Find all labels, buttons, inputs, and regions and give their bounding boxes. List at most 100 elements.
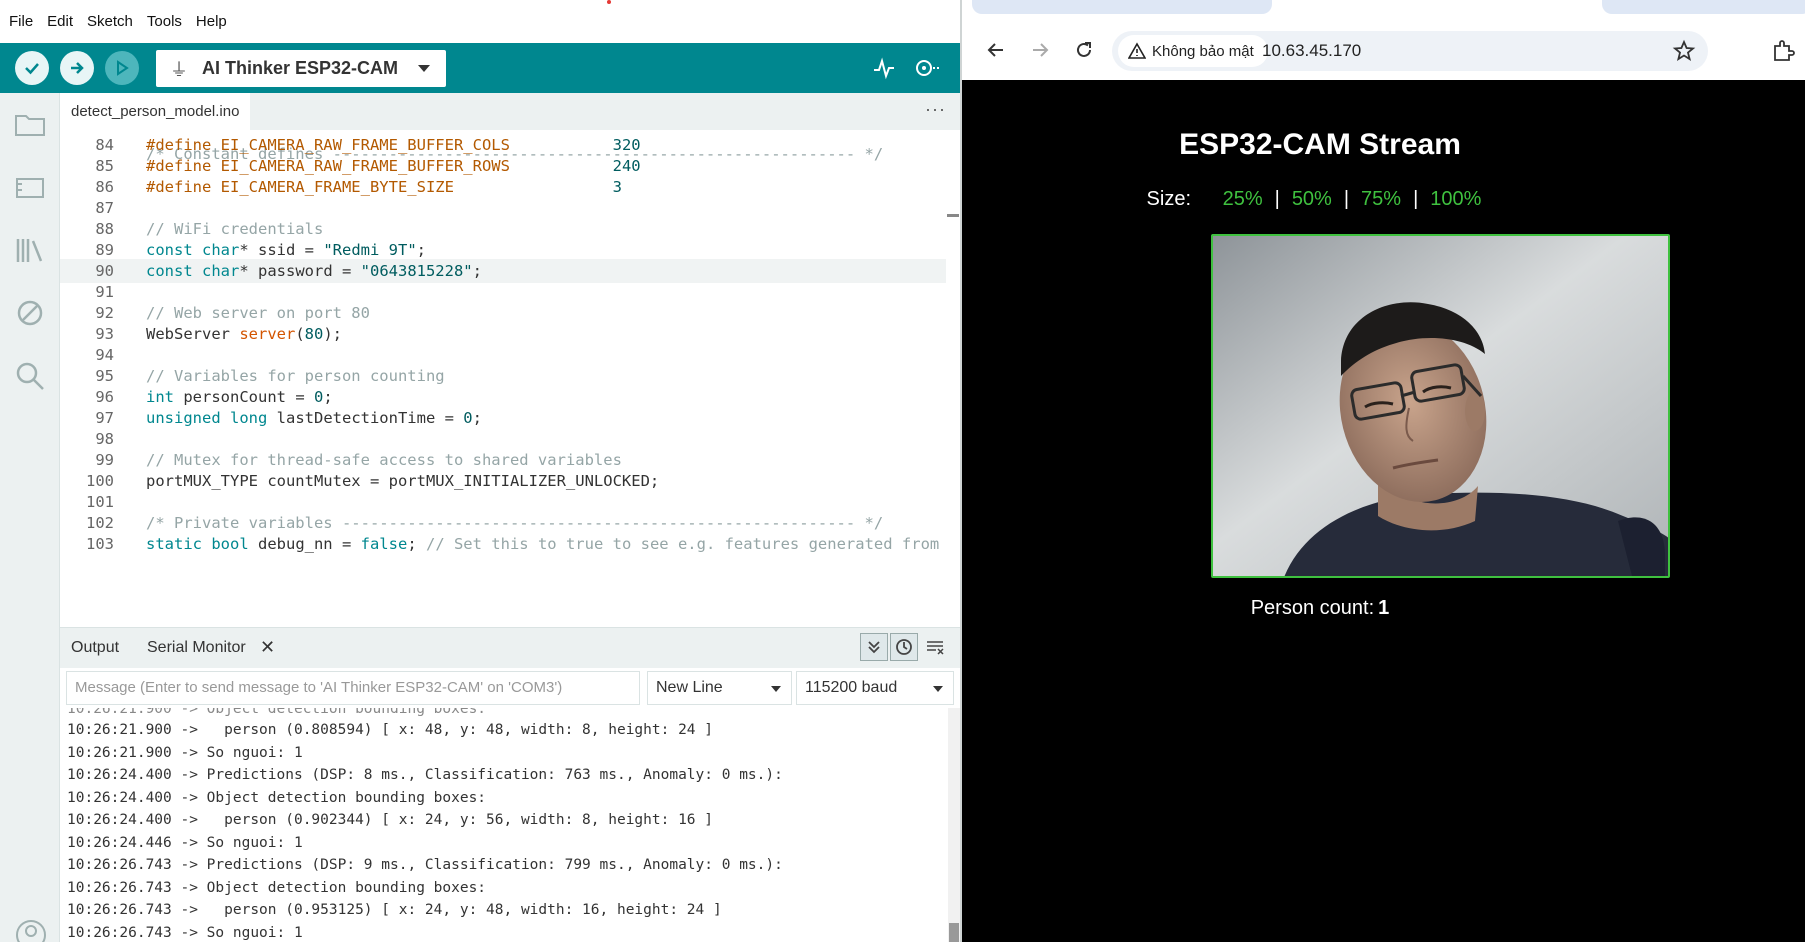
indicator-dot bbox=[607, 0, 611, 4]
menu-bar: File Edit Sketch Tools Help bbox=[0, 0, 960, 43]
size-50-link[interactable]: 50% bbox=[1292, 188, 1332, 210]
bookmark-star-icon[interactable] bbox=[1672, 39, 1696, 63]
code-token: // Mutex for thread-safe access to share… bbox=[146, 451, 622, 469]
person-count-label: Person count: bbox=[1250, 597, 1375, 619]
chevron-down-icon bbox=[771, 686, 781, 692]
baud-rate-select[interactable]: 115200 baud bbox=[796, 671, 954, 705]
boards-manager-button[interactable] bbox=[13, 170, 47, 204]
menu-file[interactable]: File bbox=[9, 13, 33, 30]
extensions-icon[interactable] bbox=[1770, 38, 1796, 64]
serial-plotter-button[interactable] bbox=[872, 56, 896, 85]
page-title: ESP32-CAM Stream bbox=[1179, 128, 1461, 161]
log-line: 10:26:21.900 -> person (0.808594) [ x: 4… bbox=[67, 722, 714, 738]
separator: | bbox=[1274, 188, 1280, 210]
browser-tab[interactable] bbox=[1602, 0, 1805, 14]
camera-frame bbox=[1213, 236, 1668, 576]
code-token: debug_nn = bbox=[248, 535, 361, 553]
menu-tools[interactable]: Tools bbox=[147, 13, 182, 30]
more-options-icon[interactable]: ··· bbox=[925, 99, 946, 120]
usb-icon: ⏚ bbox=[170, 59, 188, 80]
board-icon bbox=[16, 178, 44, 198]
size-100-link[interactable]: 100% bbox=[1430, 188, 1481, 210]
browser-toolbar: Không bảo mật 10.63.45.170 bbox=[962, 0, 1805, 80]
menu-help[interactable]: Help bbox=[196, 13, 227, 30]
code-token: "Redmi 9T" bbox=[323, 241, 417, 259]
checkmark-icon bbox=[25, 63, 39, 75]
clear-list-icon bbox=[927, 641, 944, 655]
tab-output[interactable]: Output bbox=[71, 639, 119, 657]
code-token: personCount = bbox=[174, 388, 314, 406]
editor-scroll-thumb[interactable] bbox=[947, 214, 959, 217]
code-token: 0 bbox=[463, 409, 473, 427]
address-bar[interactable]: Không bảo mật 10.63.45.170 bbox=[1112, 31, 1708, 71]
code-token: #define EI_CAMERA_RAW_FRAME_BUFFER_ROWS bbox=[146, 157, 510, 175]
security-chip[interactable]: Không bảo mật bbox=[1118, 35, 1268, 67]
arrow-left-icon bbox=[987, 43, 1003, 57]
library-manager-button[interactable] bbox=[13, 233, 47, 267]
code-token: WebServer bbox=[146, 325, 240, 343]
size-25-link[interactable]: 25% bbox=[1223, 188, 1263, 210]
code-token: ; bbox=[323, 388, 333, 406]
autoscroll-toggle[interactable] bbox=[860, 633, 888, 661]
code-token: server bbox=[239, 325, 296, 343]
separator: | bbox=[1413, 188, 1419, 210]
code-token: #define EI_CAMERA_RAW_FRAME_BUFFER_COLS bbox=[146, 136, 510, 154]
tab-detect-person-model[interactable]: detect_person_model.ino bbox=[60, 93, 251, 130]
size-75-link[interactable]: 75% bbox=[1361, 188, 1401, 210]
forward-button[interactable] bbox=[1026, 36, 1054, 64]
account-icon[interactable] bbox=[14, 918, 48, 942]
code-token: const char bbox=[146, 262, 240, 280]
url-text: 10.63.45.170 bbox=[1262, 41, 1362, 60]
serial-monitor-button[interactable] bbox=[912, 56, 942, 85]
clear-output-button[interactable] bbox=[926, 639, 944, 660]
code-token: const char bbox=[146, 241, 240, 259]
menu-sketch[interactable]: Sketch bbox=[87, 13, 133, 30]
browser-tab[interactable] bbox=[972, 0, 1272, 14]
log-line: 10:26:26.743 -> So nguoi: 1 bbox=[67, 924, 303, 941]
code-token: portMUX_TYPE countMutex = portMUX_INITIA… bbox=[146, 472, 660, 490]
close-icon[interactable]: ✕ bbox=[260, 637, 275, 658]
chevron-double-down-icon bbox=[868, 641, 880, 654]
arrow-right-icon bbox=[1033, 43, 1049, 57]
no-entry-icon bbox=[17, 300, 43, 326]
log-line: 10:26:24.400 -> person (0.902344) [ x: 2… bbox=[67, 812, 714, 828]
back-button[interactable] bbox=[982, 36, 1010, 64]
code-editor[interactable]: /* Constant defines --------------------… bbox=[60, 130, 960, 627]
code-token: 320 bbox=[612, 136, 641, 154]
file-tab-label: detect_person_model.ino bbox=[71, 103, 240, 120]
debug-panel-button[interactable] bbox=[13, 296, 47, 330]
line-ending-select[interactable]: New Line bbox=[647, 671, 792, 705]
board-name: AI Thinker ESP32-CAM bbox=[202, 58, 399, 78]
code-line-partial bbox=[60, 553, 960, 577]
folder-icon bbox=[15, 115, 45, 136]
debug-button[interactable] bbox=[105, 51, 139, 85]
separator: | bbox=[1343, 188, 1350, 210]
log-scrollbar[interactable] bbox=[948, 708, 960, 942]
code-token: 3 bbox=[612, 178, 622, 196]
upload-button[interactable] bbox=[60, 51, 94, 85]
size-label: Size: bbox=[1146, 188, 1192, 210]
line-ending-value: New Line bbox=[656, 679, 723, 696]
serial-monitor-icon bbox=[916, 60, 939, 76]
search-button[interactable] bbox=[13, 359, 47, 393]
verify-button[interactable] bbox=[15, 51, 49, 85]
code-token: unsigned long bbox=[146, 409, 268, 427]
editor-tab-bar: detect_person_model.ino ··· bbox=[60, 93, 960, 130]
tab-serial-monitor[interactable]: Serial Monitor bbox=[147, 639, 246, 657]
warning-icon bbox=[1128, 42, 1146, 59]
message-row: Message (Enter to send message to 'AI Th… bbox=[60, 668, 960, 708]
library-icon bbox=[16, 239, 43, 262]
log-line: 10:26:26.743 -> person (0.953125) [ x: 2… bbox=[67, 902, 722, 918]
code-token: // WiFi credentials bbox=[146, 220, 324, 238]
sketchbook-button[interactable] bbox=[13, 107, 47, 141]
editor-scrollbar[interactable] bbox=[946, 130, 960, 627]
serial-monitor-output[interactable]: 10:26:21.900 -> Object detection boundin… bbox=[60, 708, 948, 942]
log-scroll-thumb[interactable] bbox=[949, 923, 959, 942]
timestamp-toggle[interactable] bbox=[890, 633, 918, 661]
code-token: ; bbox=[472, 262, 482, 280]
board-selector[interactable]: ⏚ AI Thinker ESP32-CAM bbox=[156, 50, 446, 87]
reload-button[interactable] bbox=[1070, 36, 1098, 64]
menu-edit[interactable]: Edit bbox=[47, 13, 73, 30]
serial-message-input[interactable]: Message (Enter to send message to 'AI Th… bbox=[66, 671, 640, 705]
